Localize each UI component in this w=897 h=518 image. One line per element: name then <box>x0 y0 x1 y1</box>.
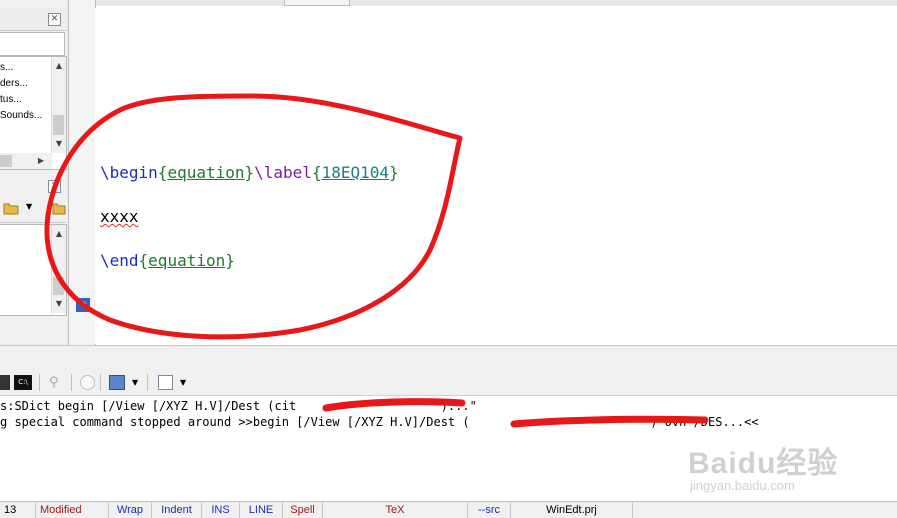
scroll-up-arrow-icon[interactable]: ▲ <box>52 59 66 73</box>
chevron-down-icon[interactable]: ▼ <box>26 202 32 211</box>
chevron-down-icon[interactable]: ▼ <box>132 375 140 390</box>
watermark: Baidu经验 jingyan.baidu.com <box>688 438 839 493</box>
folder-icon[interactable] <box>3 201 19 215</box>
latex-command: \label <box>254 163 312 182</box>
panel-header: ✕ <box>0 8 68 31</box>
toolbar-separator <box>39 374 40 391</box>
panel-splitter[interactable] <box>0 345 897 371</box>
watermark-text: Baidu经验 <box>688 447 839 480</box>
search-icon[interactable]: ⚲ <box>49 375 64 390</box>
status-mode[interactable]: TeX <box>323 502 468 518</box>
top-tab-strip <box>0 0 897 6</box>
latex-command: \end <box>100 251 139 270</box>
brace: { <box>138 251 149 270</box>
monitor-icon[interactable] <box>109 375 125 390</box>
scroll-thumb[interactable] <box>53 277 64 295</box>
status-line-mode[interactable]: LINE <box>240 502 283 518</box>
status-indent[interactable]: Indent <box>152 502 202 518</box>
console-output[interactable]: s:SDict begin [/View [/XYZ H.V]/Dest (ci… <box>0 396 897 500</box>
code-line-body: xxxx <box>100 207 139 226</box>
tree-item[interactable]: s... <box>0 60 13 76</box>
stop-icon[interactable] <box>80 375 95 390</box>
body-text: xxxx <box>100 207 139 226</box>
scroll-up-arrow-icon[interactable]: ▲ <box>52 227 66 241</box>
brace: } <box>244 163 255 182</box>
hscroll-thumb[interactable] <box>0 155 12 167</box>
brace: } <box>389 163 399 182</box>
status-wrap[interactable]: Wrap <box>109 502 152 518</box>
status-project[interactable]: WinEdt.prj <box>511 502 633 518</box>
tab-edge[interactable] <box>284 0 350 6</box>
scroll-thumb[interactable] <box>53 115 64 135</box>
tree-hscrollbar[interactable]: ▶ <box>0 153 52 169</box>
toolbar-separator <box>71 374 72 391</box>
latex-command: \begin <box>100 163 158 182</box>
command-prompt-icon[interactable]: C:\ <box>14 375 32 390</box>
tree-item[interactable]: Sounds... <box>0 108 42 124</box>
document-icon[interactable] <box>158 375 173 390</box>
brace: { <box>311 163 322 182</box>
editor-area[interactable]: \begin{equation}\label{18EQ104} xxxx \en… <box>95 8 897 344</box>
watermark-url: jingyan.baidu.com <box>690 478 795 493</box>
brace: } <box>225 251 235 270</box>
tree-view[interactable]: s... ders... tus... Sounds... ▲ ▼ ▶ <box>0 56 67 170</box>
file-list[interactable]: ▲ ▼ <box>0 224 67 316</box>
panel-combo[interactable] <box>0 32 65 56</box>
code-line-begin: \begin{equation}\label{18EQ104} <box>100 163 399 182</box>
toolbar-separator <box>147 374 148 391</box>
mini-toolbar: ▼ <box>0 196 66 223</box>
chevron-down-icon[interactable]: ▼ <box>180 375 188 390</box>
code-line-end: \end{equation} <box>100 251 235 270</box>
editor-gutter: ➔ <box>68 0 96 345</box>
tree-scrollbar[interactable]: ▲ ▼ <box>51 57 66 153</box>
left-panel: ✕ s... ders... tus... Sounds... ▲ ▼ ▶ ✕ … <box>0 0 68 345</box>
environment-name: equation <box>167 163 245 182</box>
scroll-down-arrow-icon[interactable]: ▼ <box>52 297 66 311</box>
close-icon[interactable]: ✕ <box>48 13 61 26</box>
status-modified[interactable]: Modified <box>36 502 109 518</box>
scroll-down-arrow-icon[interactable]: ▼ <box>52 137 66 151</box>
file-list-scrollbar[interactable]: ▲ ▼ <box>51 225 66 313</box>
tree-item[interactable]: ders... <box>0 76 28 92</box>
status-spell[interactable]: Spell <box>283 502 323 518</box>
status-bar: 13 Modified Wrap Indent INS LINE Spell T… <box>0 501 897 518</box>
tree-item[interactable]: tus... <box>0 92 22 108</box>
close-icon[interactable]: ✕ <box>48 180 61 193</box>
scroll-right-arrow-icon[interactable]: ▶ <box>34 154 48 168</box>
status-line-number: 13 <box>0 502 36 518</box>
label-name: 18EQ104 <box>321 163 390 182</box>
environment-name: equation <box>148 251 226 270</box>
window-icon[interactable] <box>0 375 10 390</box>
folder-icon[interactable] <box>52 201 66 215</box>
console-toolbar: C:\ ⚲ ▼ ▼ <box>0 370 897 396</box>
status-ins[interactable]: INS <box>202 502 240 518</box>
brace: { <box>157 163 168 182</box>
toolbar-separator <box>100 374 101 391</box>
status-src[interactable]: --src <box>468 502 511 518</box>
arrow-right-icon[interactable]: ➔ <box>76 298 90 312</box>
